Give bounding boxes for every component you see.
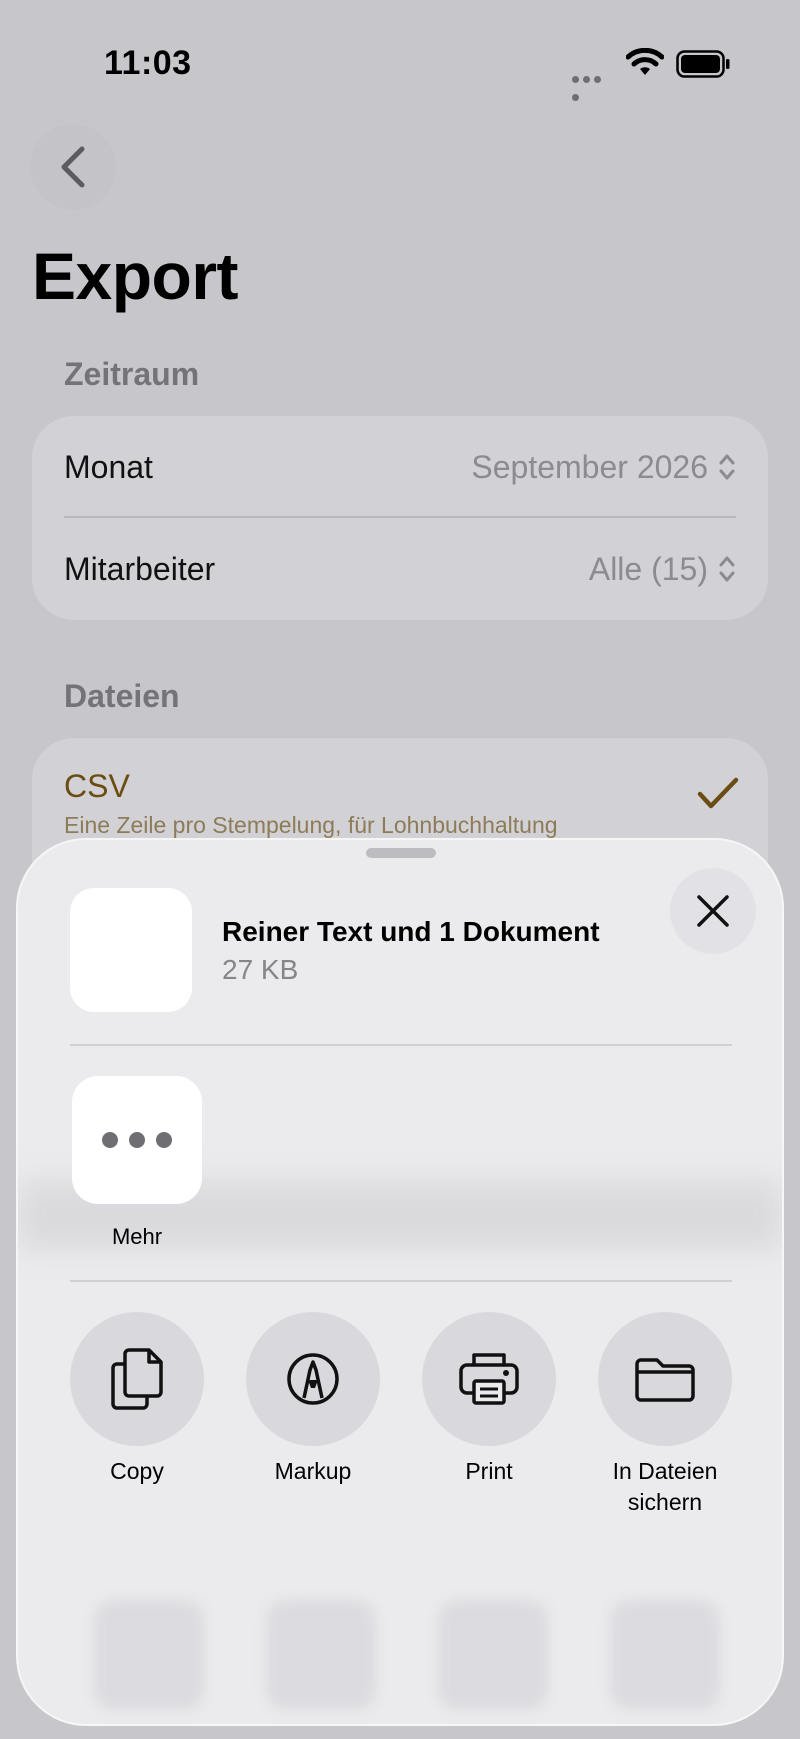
copy-label: Copy xyxy=(110,1458,164,1484)
more-dot xyxy=(156,1132,172,1148)
markup-icon xyxy=(287,1353,339,1405)
sheet-divider xyxy=(70,1044,732,1046)
row-divider xyxy=(64,516,736,518)
more-button[interactable] xyxy=(72,1076,202,1204)
folder-icon xyxy=(635,1358,695,1402)
csv-option-title[interactable]: CSV xyxy=(64,768,130,805)
chevron-left-icon xyxy=(61,146,85,188)
chevron-up-down-icon xyxy=(719,454,735,480)
print-label: Print xyxy=(465,1458,513,1484)
wifi-icon xyxy=(626,48,664,75)
battery-icon xyxy=(676,50,730,78)
blurred-tab-item xyxy=(94,1600,204,1710)
close-button[interactable] xyxy=(670,868,756,954)
more-label: Mehr xyxy=(111,1224,163,1249)
employee-value: Alle (15) xyxy=(588,550,708,587)
employee-label: Mitarbeiter xyxy=(64,550,216,587)
export-screen: 11:03 Export Zeitraum Monat September 20… xyxy=(0,0,800,1739)
copy-action[interactable]: Copy xyxy=(70,1312,204,1487)
cellular-signal-icon xyxy=(572,70,612,101)
month-value: September 2026 xyxy=(471,448,708,485)
print-action[interactable]: Print xyxy=(422,1312,556,1487)
sheet-grabber[interactable] xyxy=(366,848,436,858)
period-card: Monat September 2026 Mitarbeiter Alle (1… xyxy=(32,416,768,620)
blurred-tab-item xyxy=(610,1600,720,1710)
checkmark-icon xyxy=(697,777,739,809)
page-title: Export xyxy=(32,239,239,313)
month-label: Monat xyxy=(64,448,153,485)
share-title: Reiner Text und 1 Dokument xyxy=(222,916,600,947)
chevron-up-down-icon xyxy=(719,556,735,582)
more-dot xyxy=(102,1132,118,1148)
markup-action[interactable]: Markup xyxy=(246,1312,380,1487)
markup-label: Markup xyxy=(274,1458,352,1484)
back-button[interactable] xyxy=(30,124,116,210)
employee-row[interactable]: Mitarbeiter Alle (15) xyxy=(64,524,736,614)
sheet-divider xyxy=(70,1280,732,1282)
share-sheet: Reiner Text und 1 Dokument 27 KB Mehr Co… xyxy=(16,838,784,1726)
blurred-tab-item xyxy=(266,1600,376,1710)
more-dot xyxy=(129,1132,145,1148)
month-row[interactable]: Monat September 2026 xyxy=(64,422,736,512)
save-to-files-action[interactable]: In Dateien sichern xyxy=(598,1312,732,1518)
print-icon xyxy=(459,1353,519,1405)
status-time: 11:03 xyxy=(104,44,192,82)
blurred-tab-item xyxy=(438,1600,548,1710)
document-thumbnail xyxy=(70,888,192,1012)
section-label-period: Zeitraum xyxy=(64,356,200,392)
copy-icon xyxy=(111,1348,163,1410)
share-size: 27 KB xyxy=(222,954,299,985)
close-icon xyxy=(697,895,729,927)
csv-option-subtitle: Eine Zeile pro Stempelung, für Lohnbuchh… xyxy=(64,812,558,838)
section-label-files: Dateien xyxy=(64,678,180,714)
save-to-files-label: In Dateien sichern xyxy=(612,1458,718,1515)
